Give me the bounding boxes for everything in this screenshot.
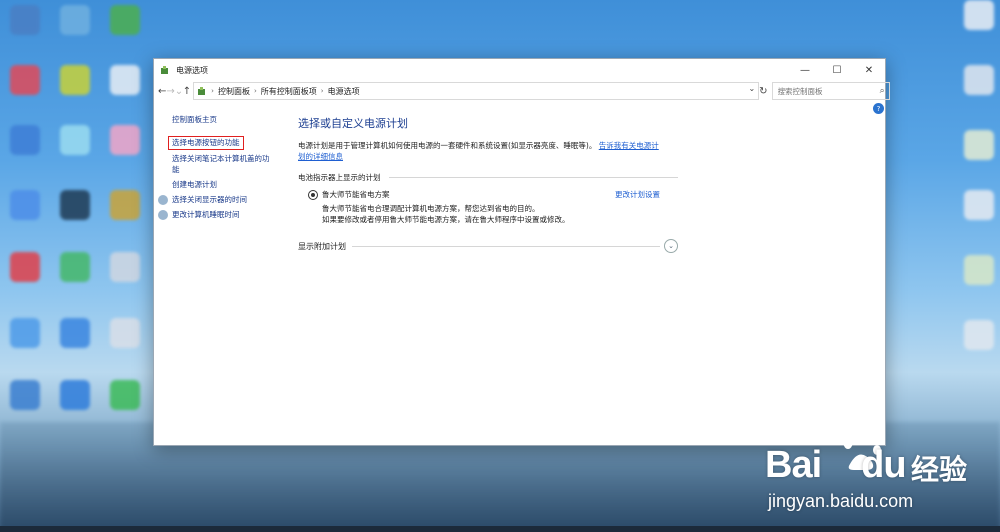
- desktop-icon[interactable]: [10, 5, 40, 35]
- control-panel-icon: [198, 87, 206, 95]
- main-content: 选择或自定义电源计划 电源计划是用于管理计算机如何使用电源的一套硬件和系统设置(…: [298, 115, 678, 253]
- maximize-button[interactable]: ☐: [821, 59, 853, 81]
- plan-description: 电源计划是用于管理计算机如何使用电源的一套硬件和系统设置(如显示器亮度、睡眠等)…: [298, 140, 678, 162]
- forward-button[interactable]: →: [166, 86, 174, 97]
- plan-detail-line: 鲁大师节能省电合理调配计算机电源方案，帮您达到省电的目的。: [322, 204, 540, 213]
- desktop-icon[interactable]: [964, 130, 994, 160]
- watermark-brand-tail: du: [861, 444, 906, 486]
- desktop-icon[interactable]: [964, 190, 994, 220]
- plan-detail-line: 如果要修改或者停用鲁大师节能电源方案，请在鲁大师程序中设置或修改。: [322, 215, 570, 224]
- power-plan-row: 鲁大师节能省电方案 更改计划设置: [298, 189, 678, 200]
- search-box: ⌕: [771, 82, 890, 100]
- breadcrumb-power-options[interactable]: 电源选项: [328, 86, 360, 97]
- plan-name: 鲁大师节能省电方案: [322, 190, 390, 199]
- desktop-icon[interactable]: [10, 252, 40, 282]
- desktop-icon[interactable]: [964, 255, 994, 285]
- desktop-icon[interactable]: [10, 318, 40, 348]
- desktop-icon[interactable]: [60, 190, 90, 220]
- breadcrumb-separator: ›: [211, 87, 214, 95]
- desktop-icon[interactable]: [60, 65, 90, 95]
- plan-radio-button[interactable]: [308, 189, 318, 200]
- desktop-icon[interactable]: [60, 125, 90, 155]
- desktop-icon[interactable]: [110, 65, 140, 95]
- breadcrumb-control-panel[interactable]: 控制面板: [218, 86, 250, 97]
- desktop-icon[interactable]: [964, 320, 994, 350]
- power-options-icon: [161, 66, 168, 74]
- radio-selected-dot: [311, 192, 315, 197]
- refresh-button[interactable]: ↻: [759, 86, 767, 97]
- window-title: 电源选项: [176, 65, 208, 75]
- breadcrumb-all-items[interactable]: 所有控制面板项: [261, 86, 317, 97]
- change-plan-settings-link[interactable]: 更改计划设置: [615, 189, 660, 200]
- choose-lid-close-link-cont[interactable]: 能: [172, 165, 180, 175]
- breadcrumb-separator: ›: [320, 87, 324, 95]
- close-button[interactable]: ✕: [853, 59, 885, 81]
- baidu-jingyan-watermark: Bai du 经验 jingyan.baidu.com: [765, 431, 1000, 532]
- taskbar: [0, 526, 1000, 532]
- desktop-icon[interactable]: [10, 65, 40, 95]
- desktop-icon[interactable]: [60, 5, 90, 35]
- create-power-plan-link[interactable]: 创建电源计划: [172, 180, 217, 190]
- desktop-icon[interactable]: [110, 125, 140, 155]
- power-options-window: 电源选项 — ☐ ✕ ← → ⌄ ↑ › 控制面板 › 所有控制面板项 › 电源…: [153, 58, 890, 446]
- divider: [352, 245, 660, 247]
- desktop-icon[interactable]: [60, 380, 90, 410]
- control-panel-home-link[interactable]: 控制面板主页: [172, 115, 217, 125]
- watermark-url: jingyan.baidu.com: [768, 491, 914, 511]
- desktop-icon[interactable]: [110, 380, 140, 410]
- shield-icon: [158, 195, 168, 205]
- display-off-time-link[interactable]: 选择关闭显示器的时间: [172, 195, 247, 205]
- divider: [388, 177, 678, 178]
- watermark-brand: Bai du: [765, 444, 907, 487]
- desktop-icon[interactable]: [110, 318, 140, 348]
- plan-detail: 鲁大师节能省电合理调配计算机电源方案，帮您达到省电的目的。 如果要修改或者停用鲁…: [322, 203, 678, 225]
- choose-lid-close-link[interactable]: 选择关闭笔记本计算机盖的功: [172, 154, 270, 164]
- desktop-icon[interactable]: [10, 125, 40, 155]
- page-title: 选择或自定义电源计划: [298, 117, 408, 130]
- watermark-cn: 经验: [911, 453, 968, 486]
- up-button[interactable]: ↑: [183, 86, 191, 97]
- learn-more-link-cont[interactable]: 划的详细信息: [298, 152, 343, 161]
- show-additional-plans-row: 显示附加计划 ⌄: [298, 239, 678, 253]
- description-text: 电源计划是用于管理计算机如何使用电源的一套硬件和系统设置(如显示器亮度、睡眠等)…: [298, 141, 597, 150]
- desktop-icon[interactable]: [60, 252, 90, 282]
- desktop-icon[interactable]: [10, 190, 40, 220]
- shield-icon: [158, 210, 168, 220]
- desktop-icon[interactable]: [110, 5, 140, 35]
- address-bar: ← → ⌄ ↑ › 控制面板 › 所有控制面板项 › 电源选项 ⌄ ↻ ⌕: [154, 81, 890, 101]
- back-button[interactable]: ←: [158, 86, 166, 97]
- desktop-icon[interactable]: [964, 65, 994, 95]
- breadcrumb-separator: ›: [253, 87, 257, 95]
- help-icon[interactable]: ?: [873, 103, 884, 114]
- address-dropdown-icon[interactable]: ⌄: [748, 84, 755, 93]
- desktop-icon[interactable]: [60, 318, 90, 348]
- title-bar[interactable]: 电源选项 — ☐ ✕: [154, 59, 885, 81]
- desktop-icon[interactable]: [10, 380, 40, 410]
- search-icon[interactable]: ⌕: [880, 86, 885, 96]
- desktop-icon[interactable]: [964, 0, 994, 30]
- choose-power-button-link[interactable]: 选择电源按钮的功能: [168, 136, 244, 150]
- learn-more-link[interactable]: 告诉我有关电源计: [599, 141, 659, 150]
- watermark-brand-head: Bai: [765, 444, 822, 486]
- expand-chevron-icon[interactable]: ⌄: [664, 239, 678, 253]
- search-input[interactable]: [775, 85, 880, 97]
- battery-meter-group: 电池指示器上显示的计划: [298, 172, 678, 183]
- left-nav-pane: 控制面板主页 选择电源按钮的功能 选择关闭笔记本计算机盖的功 能 创建电源计划 …: [154, 109, 282, 439]
- window-controls: — ☐ ✕: [789, 59, 885, 81]
- group-label: 电池指示器上显示的计划: [298, 173, 381, 182]
- recent-dropdown-icon[interactable]: ⌄: [175, 86, 183, 97]
- desktop-icon[interactable]: [110, 252, 140, 282]
- address-box[interactable]: › 控制面板 › 所有控制面板项 › 电源选项 ⌄: [193, 82, 760, 100]
- sleep-time-link[interactable]: 更改计算机睡眠时间: [172, 210, 240, 220]
- minimize-button[interactable]: —: [789, 59, 821, 81]
- desktop-icon[interactable]: [110, 190, 140, 220]
- additional-plans-label: 显示附加计划: [298, 241, 346, 251]
